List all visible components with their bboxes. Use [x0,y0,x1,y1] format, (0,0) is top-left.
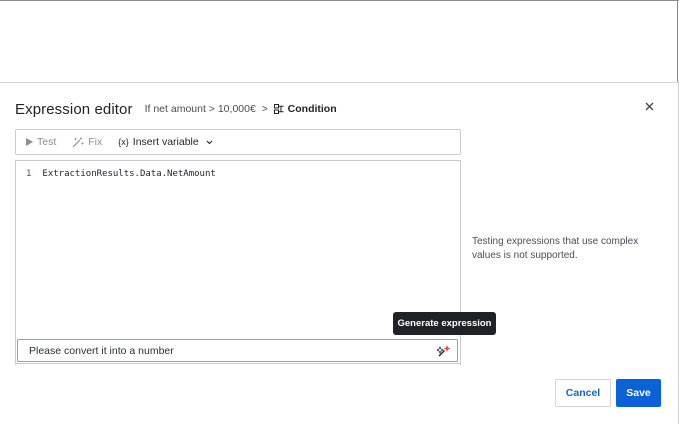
breadcrumb-step[interactable]: If net amount > 10,000€ [145,103,256,115]
background-divider [677,1,678,83]
generate-prompt-input[interactable] [29,344,419,357]
insert-variable-button[interactable]: {x} Insert variable [118,136,213,148]
dialog-header: Expression editor If net amount > 10,000… [15,98,337,120]
generate-prompt-field[interactable] [17,339,458,362]
play-icon [26,138,33,146]
generate-expression-tooltip: Generate expression [393,312,496,335]
test-button-label: Test [37,136,57,148]
fix-button-label: Fix [88,136,103,148]
breadcrumb-current-label: Condition [287,103,337,115]
close-button[interactable] [642,99,656,113]
chevron-down-icon [206,140,213,144]
test-button[interactable]: Test [26,136,56,148]
insert-variable-label: Insert variable [132,136,199,148]
info-message: Testing expressions that use complex val… [472,236,639,261]
expression-editor-dialog: Expression editor If net amount > 10,000… [0,82,679,424]
line-number: 1 [26,169,32,179]
breadcrumb-current: Condition [273,103,337,115]
editor-toolbar: Test Fix {x} Insert variable [15,129,461,155]
background-area [0,0,679,83]
breadcrumb-separator: > [261,103,268,115]
sparkle-generate-icon[interactable] [437,344,451,358]
save-button[interactable]: Save [616,379,661,407]
variable-icon: {x} [118,137,129,147]
close-icon [645,102,653,111]
code-line[interactable]: 1 ExtractionResults.Data.NetAmount [26,169,216,179]
dialog-title: Expression editor [15,100,133,118]
breadcrumb: If net amount > 10,000€ > Condition [145,103,337,115]
fix-button[interactable]: Fix [72,136,102,148]
condition-icon [273,104,284,114]
cancel-button[interactable]: Cancel [555,379,611,407]
magic-wand-icon [72,137,84,147]
code-text[interactable]: ExtractionResults.Data.NetAmount [42,169,215,179]
